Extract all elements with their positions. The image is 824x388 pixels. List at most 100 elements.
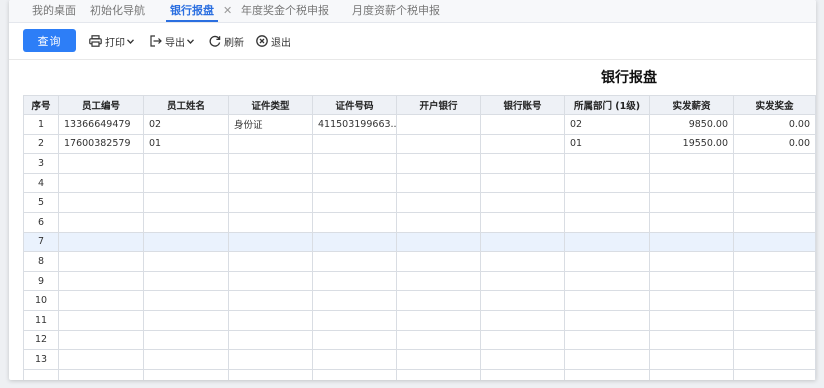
table-cell[interactable] [312,329,397,351]
table-row[interactable]: 4 [23,172,816,194]
table-cell[interactable] [733,172,816,194]
table-cell[interactable] [58,211,144,233]
table-cell[interactable]: 3 [23,153,59,174]
query-button[interactable]: 查询 [23,29,76,52]
tab-my-desktop[interactable]: 我的桌面 [32,0,76,22]
table-cell[interactable]: 6 [23,211,59,233]
table-cell[interactable] [480,349,565,370]
table-cell[interactable] [396,133,481,155]
table-cell[interactable] [228,133,313,155]
table-cell[interactable] [649,290,734,311]
table-cell[interactable] [480,211,565,233]
table-cell[interactable]: 5 [23,192,59,213]
table-cell[interactable] [649,231,734,253]
tab-init-nav[interactable]: 初始化导航 [90,0,145,22]
table-cell[interactable]: 01 [143,133,229,155]
table-cell[interactable] [312,172,397,194]
table-cell[interactable] [312,251,397,272]
table-cell[interactable] [396,231,481,253]
table-cell[interactable] [312,290,397,311]
table-cell[interactable]: 身份证 [228,114,313,135]
table-cell[interactable]: 12 [23,329,59,351]
table-cell[interactable]: 8 [23,251,59,272]
column-header[interactable]: 员工姓名 [143,95,229,115]
table-cell[interactable] [143,290,229,311]
table-cell[interactable] [228,368,313,380]
tab-monthly-salary-tax[interactable]: 月度资薪个税申报 [352,0,440,22]
table-cell[interactable] [396,251,481,272]
table-cell[interactable] [312,211,397,233]
table-cell[interactable] [396,270,481,292]
tab-annual-bonus-tax[interactable]: 年度奖金个税申报 [241,0,329,22]
table-cell[interactable] [143,251,229,272]
table-cell[interactable] [480,153,565,174]
table-cell[interactable] [58,349,144,370]
table-row[interactable]: 9 [23,270,816,292]
table-cell[interactable] [58,192,144,213]
column-header[interactable]: 员工编号 [58,95,144,115]
table-cell[interactable] [564,368,650,380]
table-cell[interactable] [480,251,565,272]
column-header[interactable]: 所属部门 (1级) [564,95,650,115]
table-cell[interactable] [396,211,481,233]
table-cell[interactable] [564,309,650,331]
table-cell[interactable] [564,251,650,272]
table-cell[interactable] [564,270,650,292]
table-cell[interactable] [733,368,816,380]
table-cell[interactable] [228,211,313,233]
table-cell[interactable] [480,290,565,311]
table-cell[interactable] [733,329,816,351]
table-cell[interactable] [396,172,481,194]
column-header[interactable]: 证件类型 [228,95,313,115]
table-cell[interactable] [228,309,313,331]
table-cell[interactable] [649,368,734,380]
table-cell[interactable] [733,192,816,213]
table-cell[interactable] [733,290,816,311]
table-cell[interactable] [733,309,816,331]
table-cell[interactable] [649,211,734,233]
table-cell[interactable]: 02 [564,114,650,135]
column-header[interactable]: 实发薪资 [649,95,734,115]
column-header[interactable]: 实发奖金 [733,95,816,115]
table-cell[interactable]: 17600382579 [58,133,144,155]
table-row[interactable]: 10 [23,290,816,311]
column-header[interactable]: 序号 [23,95,59,115]
table-cell[interactable] [396,114,481,135]
table-cell[interactable] [480,368,565,380]
table-cell[interactable] [649,192,734,213]
table-cell[interactable] [396,192,481,213]
table-cell[interactable] [564,192,650,213]
table-cell[interactable] [58,231,144,253]
close-icon[interactable]: ✕ [223,0,232,22]
table-cell[interactable] [480,329,565,351]
table-cell[interactable] [480,172,565,194]
table-cell[interactable] [396,290,481,311]
table-cell[interactable]: 411503199663... [312,114,397,135]
table-cell[interactable] [228,172,313,194]
table-cell[interactable]: 0.00 [733,133,816,155]
table-cell[interactable] [312,153,397,174]
table-cell[interactable] [58,368,144,380]
table-cell[interactable]: 4 [23,172,59,194]
table-row[interactable] [23,368,816,380]
table-cell[interactable] [564,211,650,233]
table-cell[interactable] [143,368,229,380]
tab-bank-report[interactable]: 银行报盘 [166,0,218,22]
table-cell[interactable] [396,368,481,380]
table-cell[interactable] [58,309,144,331]
table-cell[interactable] [733,153,816,174]
table-cell[interactable] [733,251,816,272]
table-cell[interactable] [58,270,144,292]
table-cell[interactable] [143,329,229,351]
table-cell[interactable]: 1 [23,114,59,135]
table-cell[interactable] [312,270,397,292]
column-header[interactable]: 证件号码 [312,95,397,115]
table-cell[interactable] [480,133,565,155]
table-row[interactable]: 1 13366649479 02 身份证 411503199663... 02 9850.0… [23,114,816,135]
table-cell[interactable] [143,172,229,194]
table-cell[interactable] [228,349,313,370]
table-cell[interactable] [312,192,397,213]
table-cell[interactable]: 02 [143,114,229,135]
table-cell[interactable] [480,114,565,135]
table-cell[interactable] [649,349,734,370]
